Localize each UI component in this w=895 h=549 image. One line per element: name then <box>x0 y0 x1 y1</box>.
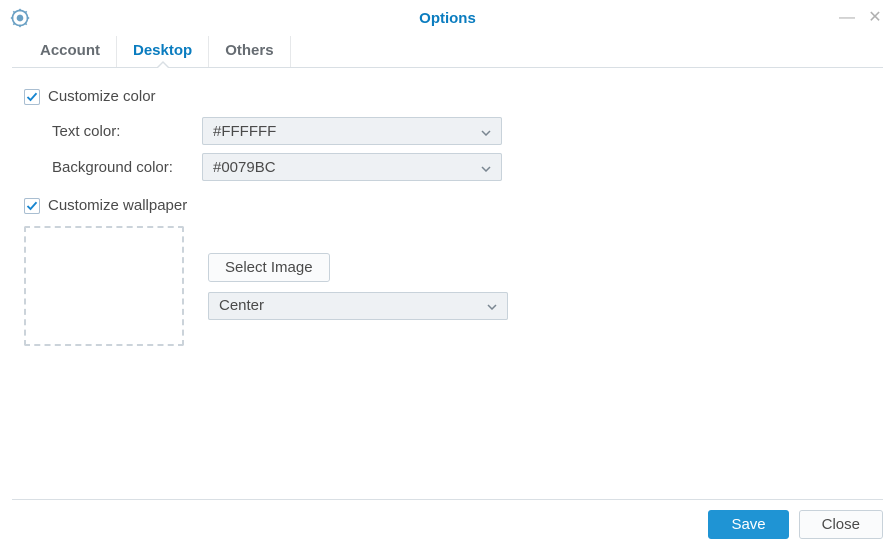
tabs: Account Desktop Others <box>12 36 883 68</box>
customize-wallpaper-label: Customize wallpaper <box>48 197 187 214</box>
customize-color-label: Customize color <box>48 88 156 105</box>
customize-color-checkbox[interactable] <box>24 89 40 105</box>
text-color-select[interactable]: #FFFFFF <box>202 117 502 145</box>
bg-color-select[interactable]: #0079BC <box>202 153 502 181</box>
chevron-down-icon <box>481 159 491 176</box>
gear-icon <box>10 8 30 28</box>
wallpaper-position-select[interactable]: Center <box>208 292 508 320</box>
text-color-value: #FFFFFF <box>213 123 276 140</box>
window-title: Options <box>0 10 895 27</box>
footer: Save Close <box>12 499 883 539</box>
bg-color-value: #0079BC <box>213 159 276 176</box>
chevron-down-icon <box>487 297 497 314</box>
chevron-down-icon <box>481 123 491 140</box>
tab-others[interactable]: Others <box>209 36 290 67</box>
minimize-button[interactable]: — <box>839 10 855 26</box>
bg-color-label: Background color: <box>52 159 202 176</box>
select-image-button[interactable]: Select Image <box>208 253 330 282</box>
tab-desktop[interactable]: Desktop <box>117 36 209 67</box>
text-color-label: Text color: <box>52 123 202 140</box>
tab-account[interactable]: Account <box>24 36 117 67</box>
wallpaper-preview[interactable] <box>24 226 184 346</box>
window-controls: — ✕ <box>839 10 883 26</box>
close-button[interactable]: Close <box>799 510 883 539</box>
save-button[interactable]: Save <box>708 510 788 539</box>
options-window: Options — ✕ Account Desktop Others Custo… <box>0 0 895 549</box>
titlebar: Options — ✕ <box>0 0 895 36</box>
wallpaper-position-value: Center <box>219 297 264 314</box>
tab-content: Customize color Text color: #FFFFFF Back… <box>0 68 895 366</box>
close-window-button[interactable]: ✕ <box>867 10 883 26</box>
customize-wallpaper-checkbox[interactable] <box>24 198 40 214</box>
